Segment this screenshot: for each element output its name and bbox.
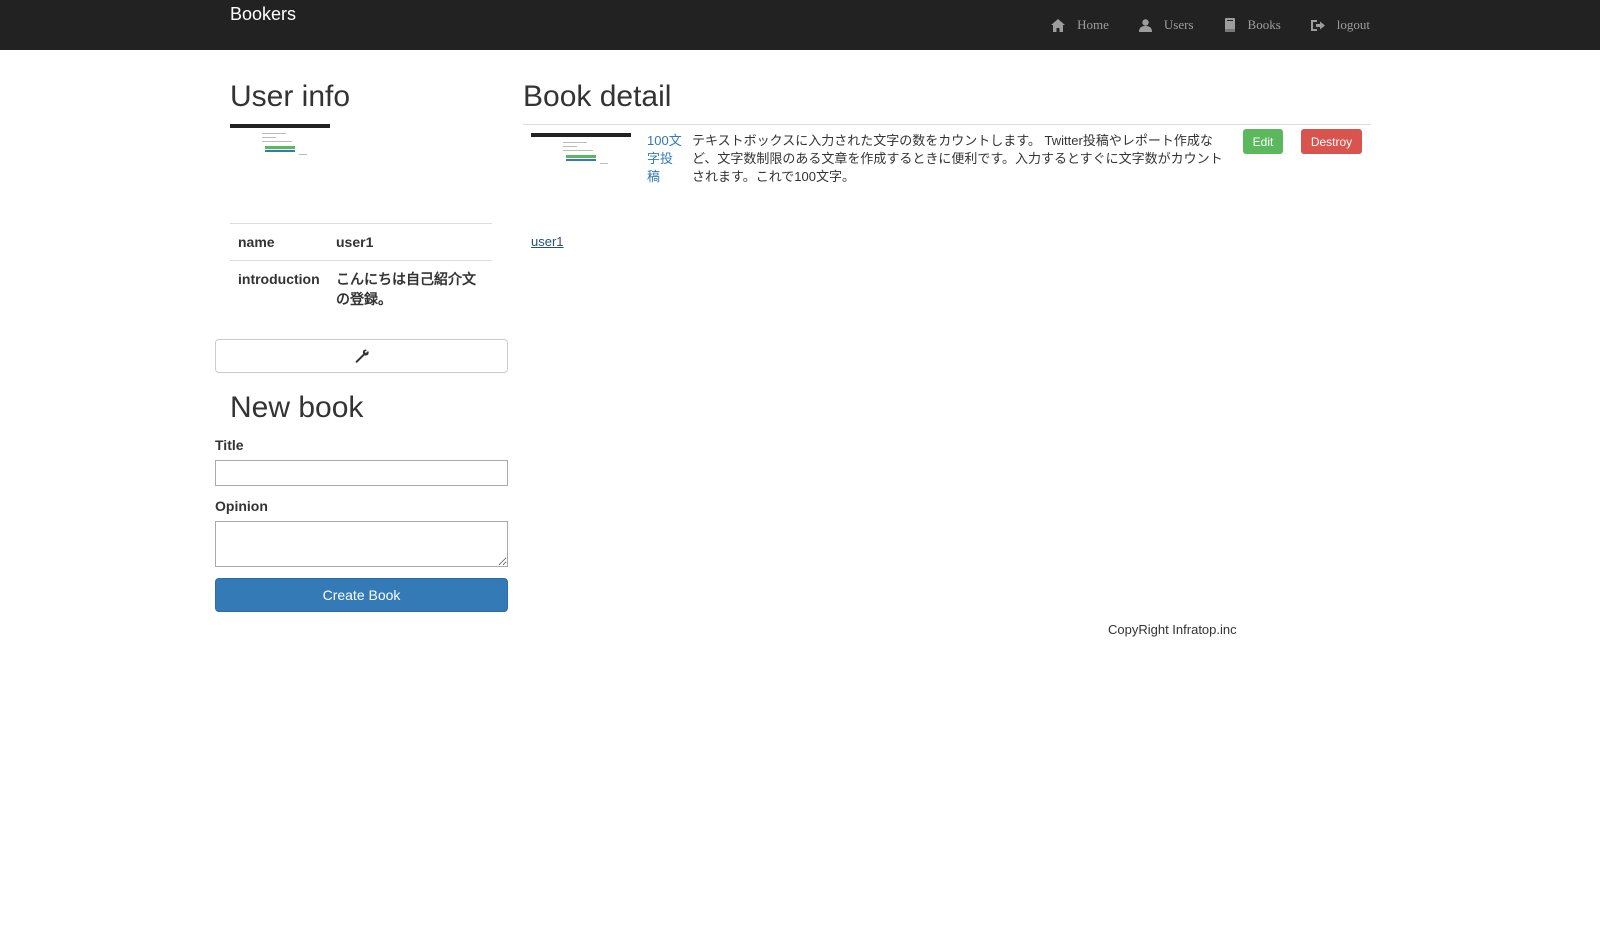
book-opinion-text: テキストボックスに入力された文字の数をカウントします。 Twitter投稿やレポ… [692, 133, 1223, 184]
nav-item-books[interactable]: Books [1224, 17, 1281, 33]
table-row: name user1 [230, 223, 492, 261]
book-user-image [531, 133, 631, 167]
info-value-name: user1 [328, 223, 492, 261]
brand-logo[interactable]: Bookers [230, 4, 296, 24]
divider [523, 124, 1371, 125]
info-key-name: name [230, 223, 328, 261]
nav-item-users[interactable]: Users [1138, 17, 1194, 33]
wrench-icon [355, 349, 369, 363]
edit-book-button[interactable]: Edit [1243, 129, 1283, 154]
home-icon [1051, 18, 1066, 32]
table-row: introduction こんにちは自己紹介文の登録。 [230, 260, 492, 317]
navbar: Bookers Home Users Books logout [0, 0, 1600, 50]
logout-icon [1310, 19, 1325, 31]
edit-user-button[interactable] [215, 339, 508, 373]
nav-item-logout[interactable]: logout [1310, 17, 1370, 33]
nav-item-label: logout [1336, 17, 1370, 32]
nav-item-label: Home [1077, 17, 1109, 32]
new-book-heading: New book [230, 391, 364, 424]
nav-item-label: Books [1247, 17, 1281, 32]
nav-item-home[interactable]: Home [1051, 17, 1109, 33]
opinion-textarea[interactable] [215, 521, 508, 567]
title-input[interactable] [215, 460, 508, 486]
book-detail-heading: Book detail [523, 80, 672, 113]
book-icon [1224, 18, 1235, 32]
nav-item-label: Users [1163, 17, 1194, 32]
user-icon [1138, 18, 1152, 32]
info-key-introduction: introduction [230, 260, 328, 317]
book-title-link[interactable]: 100文字投稿 [647, 132, 683, 186]
create-book-button[interactable]: Create Book [215, 578, 508, 612]
opinion-label: Opinion [215, 498, 268, 514]
info-value-introduction: こんにちは自己紹介文の登録。 [328, 260, 492, 317]
user-info-heading: User info [230, 80, 351, 113]
book-user-link[interactable]: user1 [531, 234, 564, 249]
user-info-table: name user1 introduction こんにちは自己紹介文の登録。 [230, 223, 492, 317]
title-label: Title [215, 437, 244, 453]
user-profile-image [230, 124, 330, 158]
destroy-book-button[interactable]: Destroy [1301, 129, 1362, 154]
nav-menu: Home Users Books logout [1051, 17, 1370, 33]
footer-copyright: CopyRight Infratop.inc [1108, 622, 1237, 637]
